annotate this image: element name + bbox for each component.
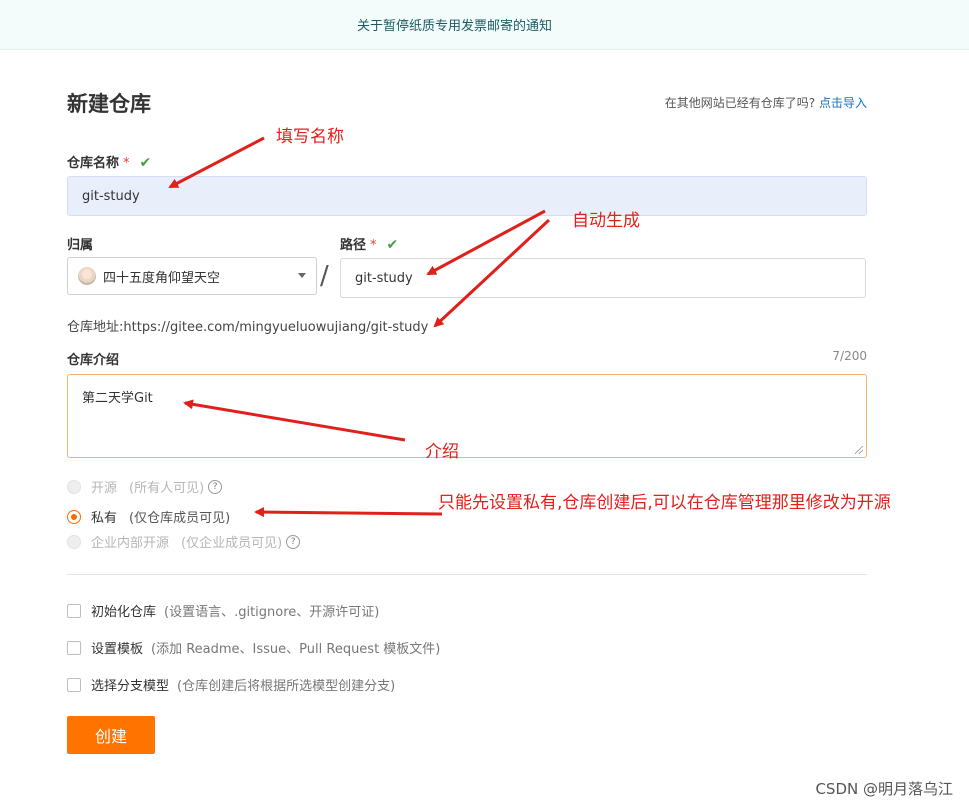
create-button[interactable]: 创建 xyxy=(67,716,155,754)
init-label: 初始化仓库 xyxy=(91,605,157,620)
template-hint: (添加 Readme、Issue、Pull Request 模板文件) xyxy=(151,642,441,657)
template-label: 设置模板 xyxy=(91,642,144,657)
import-link[interactable]: 点击导入 xyxy=(819,96,867,110)
check-icon: ✔ xyxy=(386,237,399,253)
repo-intro-value: 第二天学Git xyxy=(82,391,153,406)
repo-name-value: git-study xyxy=(82,188,140,204)
path-label: 路径 * ✔ xyxy=(340,234,398,253)
visibility-option-enterprise[interactable]: 企业内部开源 (仅企业成员可见) ? xyxy=(67,532,301,551)
repo-name-input[interactable]: git-study xyxy=(67,176,867,216)
page-title: 新建仓库 xyxy=(67,92,151,116)
checkbox-branch[interactable] xyxy=(67,677,81,692)
check-icon: ✔ xyxy=(139,155,152,171)
option-branch-model[interactable]: 选择分支模型 (仓库创建后将根据所选模型创建分支) xyxy=(67,675,395,694)
intro-char-counter: 7/200 xyxy=(832,349,867,363)
chevron-down-icon xyxy=(298,273,306,278)
radio-public-label: 开源 xyxy=(91,481,118,496)
radio-public[interactable] xyxy=(67,479,81,494)
path-separator: / xyxy=(320,261,329,291)
annotation-fill-name: 填写名称 xyxy=(276,127,344,147)
annotation-private-note: 只能先设置私有,仓库创建后,可以在仓库管理那里修改为开源 xyxy=(438,493,891,513)
radio-private[interactable] xyxy=(67,509,81,524)
owner-value: 四十五度角仰望天空 xyxy=(103,270,221,286)
radio-enterprise[interactable] xyxy=(67,534,81,549)
repo-intro-label: 仓库介绍 xyxy=(67,353,120,368)
option-template[interactable]: 设置模板 (添加 Readme、Issue、Pull Request 模板文件) xyxy=(67,638,440,657)
owner-select[interactable]: 四十五度角仰望天空 xyxy=(67,257,317,295)
repo-name-label-text: 仓库名称 xyxy=(67,156,120,171)
repo-url-value: https://gitee.com/mingyueluowujiang/git-… xyxy=(123,320,429,335)
repo-name-label: 仓库名称 * ✔ xyxy=(67,152,151,171)
import-prompt-text: 在其他网站已经有仓库了吗? xyxy=(664,96,816,110)
branch-label: 选择分支模型 xyxy=(91,679,170,694)
annotation-auto-generate: 自动生成 xyxy=(572,211,640,231)
help-icon[interactable]: ? xyxy=(208,479,223,494)
annotation-intro: 介绍 xyxy=(425,442,459,462)
visibility-option-private[interactable]: 私有 (仅仓库成员可见) xyxy=(67,507,230,526)
repo-path-value: git-study xyxy=(355,270,413,286)
visibility-option-public[interactable]: 开源 (所有人可见) ? xyxy=(67,477,223,496)
help-icon[interactable]: ? xyxy=(286,534,301,549)
radio-public-hint: (所有人可见) xyxy=(129,481,205,496)
owner-label: 归属 xyxy=(67,238,94,253)
branch-hint: (仓库创建后将根据所选模型创建分支) xyxy=(177,679,396,694)
notice-bar[interactable]: 关于暂停纸质专用发票邮寄的通知 xyxy=(0,0,969,50)
repo-intro-textarea[interactable]: 第二天学Git xyxy=(67,374,867,458)
notice-text[interactable]: 关于暂停纸质专用发票邮寄的通知 xyxy=(357,15,552,34)
checkbox-template[interactable] xyxy=(67,640,81,655)
radio-enterprise-label: 企业内部开源 xyxy=(91,536,170,551)
option-init-repo[interactable]: 初始化仓库 (设置语言、.gitignore、开源许可证) xyxy=(67,601,379,620)
repo-path-input[interactable]: git-study xyxy=(340,258,866,298)
path-label-text: 路径 xyxy=(340,238,367,253)
required-mark: * xyxy=(123,156,130,171)
arrow-to-private xyxy=(254,507,443,518)
radio-private-label: 私有 xyxy=(91,511,118,526)
radio-enterprise-hint: (仅企业成员可见) xyxy=(181,536,283,551)
required-mark: * xyxy=(370,238,377,253)
init-hint: (设置语言、.gitignore、开源许可证) xyxy=(164,605,380,620)
divider xyxy=(67,574,867,575)
watermark: CSDN @明月落乌江 xyxy=(815,780,953,798)
radio-private-hint: (仅仓库成员可见) xyxy=(129,511,231,526)
repo-url-label: 仓库地址: xyxy=(67,320,124,335)
resize-handle[interactable] xyxy=(855,446,863,454)
repo-url: 仓库地址:https://gitee.com/mingyueluowujiang… xyxy=(67,316,428,335)
avatar xyxy=(78,267,96,285)
import-prompt: 在其他网站已经有仓库了吗? 点击导入 xyxy=(665,94,867,111)
checkbox-init[interactable] xyxy=(67,603,81,618)
